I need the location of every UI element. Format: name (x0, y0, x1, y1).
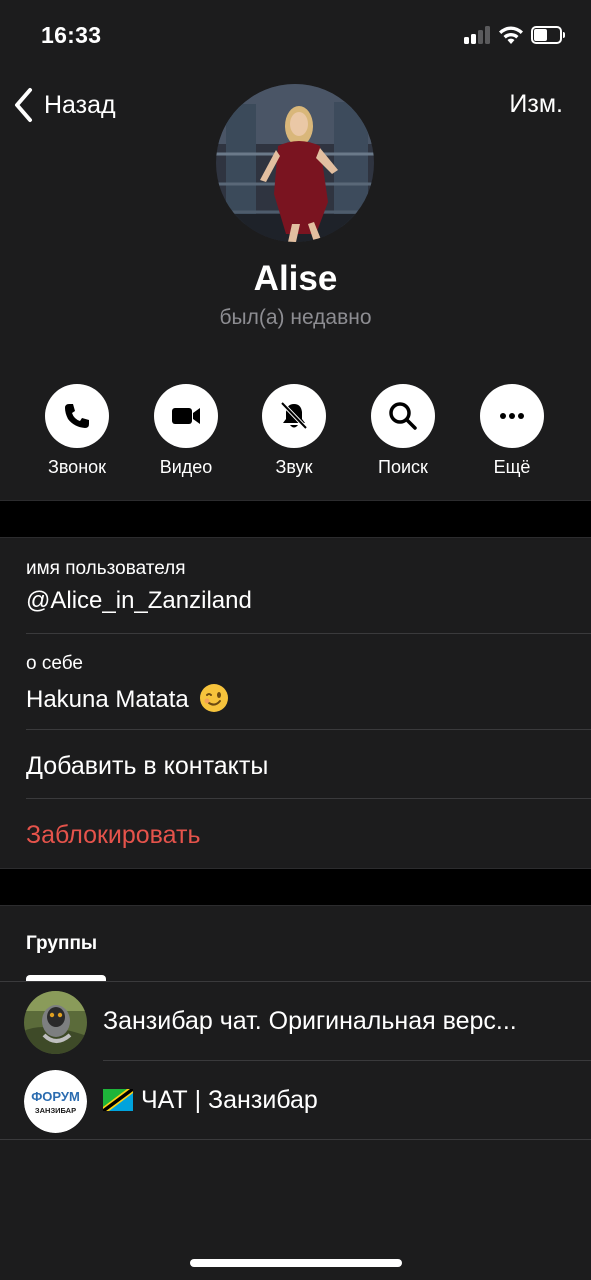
call-label: Звонок (47, 457, 107, 477)
group-name: Занзибар чат. Оригинальная верс... (103, 1007, 517, 1035)
forum-logo-subtext: ЗАНЗИБАР (35, 1106, 76, 1115)
search-label: Поиск (378, 457, 428, 477)
tanzania-flag-icon (103, 1089, 133, 1111)
edit-button[interactable]: Изм. (509, 90, 563, 119)
search-button[interactable]: Поиск (353, 384, 453, 478)
username-value[interactable]: @Alice_in_Zanziland (26, 587, 252, 615)
call-button[interactable]: Звонок (27, 384, 127, 478)
sound-button[interactable]: Звук (244, 384, 344, 478)
group-avatar: ФОРУМ ЗАНЗИБАР (24, 1070, 87, 1133)
bio-label: о себе (26, 653, 83, 674)
battery-icon (531, 26, 565, 44)
video-camera-icon (172, 408, 200, 424)
add-to-contacts-button[interactable]: Добавить в контакты (26, 752, 268, 781)
status-time: 16:33 (41, 22, 102, 48)
profile-screen: 16:33 Назад Изм. Alise был(а) недавно Зв… (0, 0, 591, 1280)
group-item[interactable]: ФОРУМ ЗАНЗИБАР ЧАТ | Занзибар (0, 1061, 591, 1139)
video-button[interactable]: Видео (136, 384, 236, 478)
search-icon (389, 402, 417, 430)
group-name: ЧАТ | Занзибар (141, 1086, 318, 1114)
bio-value-row: Hakuna Matata (26, 683, 229, 714)
groups-tab[interactable]: Группы (26, 933, 97, 955)
back-button[interactable]: Назад (12, 86, 116, 124)
forum-logo-text: ФОРУМ (31, 1089, 80, 1104)
divider (26, 729, 591, 730)
last-seen-status: был(а) недавно (219, 306, 372, 329)
more-label: Ещё (493, 457, 531, 477)
bio-value: Hakuna Matata (26, 686, 189, 713)
username-label: имя пользователя (26, 558, 186, 579)
group-item[interactable]: Занзибар чат. Оригинальная верс... (0, 982, 591, 1060)
home-indicator[interactable] (190, 1259, 402, 1267)
divider (26, 798, 591, 799)
cellular-signal-icon (464, 26, 492, 44)
profile-name: Alise (253, 259, 338, 298)
action-bar: Звонок Видео Звук Поиск Ещё (0, 384, 591, 484)
divider (26, 633, 591, 634)
phone-icon (65, 404, 89, 428)
group-avatar (24, 991, 87, 1054)
block-user-button[interactable]: Заблокировать (26, 821, 201, 850)
chevron-left-icon (15, 88, 32, 122)
more-icon (500, 413, 524, 419)
status-bar: 16:33 (0, 0, 591, 70)
divider (0, 1139, 591, 1140)
info-section: имя пользователя @Alice_in_Zanziland о с… (0, 538, 591, 868)
more-button[interactable]: Ещё (462, 384, 562, 478)
section-separator (0, 868, 591, 906)
winking-face-emoji-icon (200, 684, 229, 712)
back-label: Назад (44, 90, 116, 119)
video-label: Видео (159, 457, 213, 477)
bell-muted-icon (280, 401, 308, 430)
profile-avatar[interactable] (216, 84, 374, 242)
section-separator (0, 500, 591, 538)
wifi-icon (498, 25, 524, 45)
sound-label: Звук (275, 457, 313, 477)
group-name-row: ЧАТ | Занзибар (103, 1086, 569, 1115)
